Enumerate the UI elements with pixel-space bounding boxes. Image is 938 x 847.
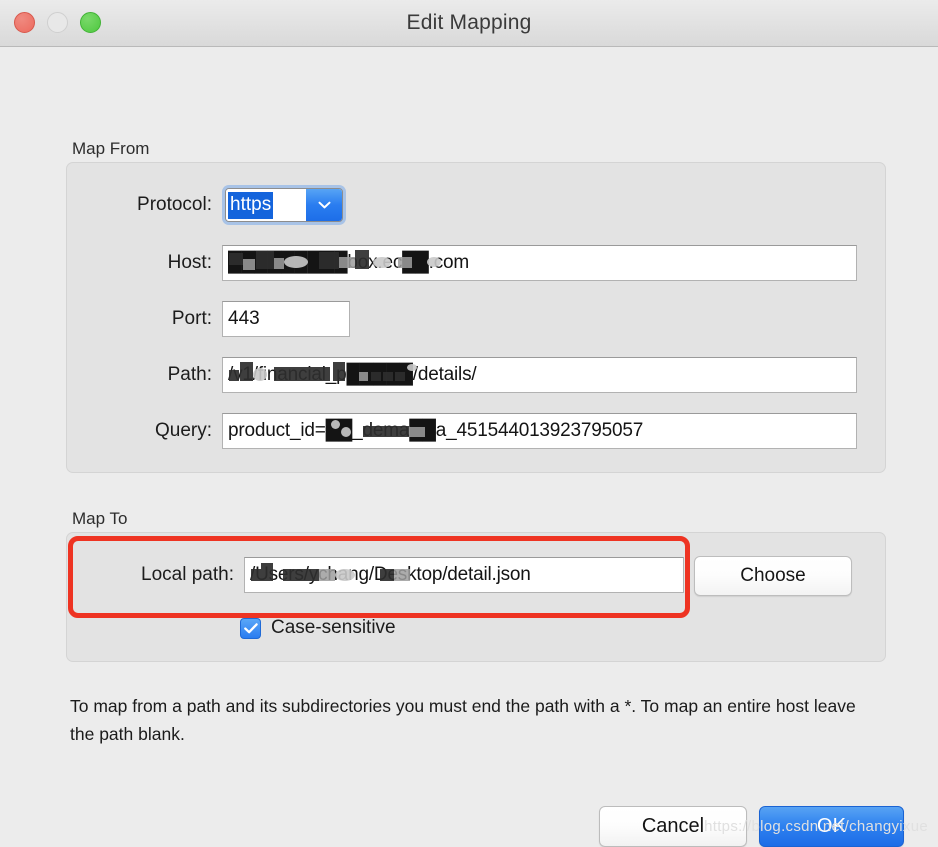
map-to-groupbox xyxy=(66,532,886,662)
dialog-content: Map From Protocol: https Host: █████████… xyxy=(0,47,938,847)
choose-button[interactable]: Choose xyxy=(694,556,852,596)
query-value: product_id=██_dema██a_451544013923795057 xyxy=(228,420,644,441)
chevron-down-icon xyxy=(318,201,330,209)
redaction-block xyxy=(373,257,391,268)
help-text: To map from a path and its subdirectorie… xyxy=(70,696,856,744)
redaction-block xyxy=(335,569,355,581)
path-row: Path: /v1/financial_p█████/details/ xyxy=(86,357,857,393)
watermark: https://blog.csdn.net/changyixue xyxy=(704,818,928,835)
port-label: Port: xyxy=(171,308,212,329)
protocol-combobox-focusring: https xyxy=(222,185,346,225)
redaction-block xyxy=(398,257,412,268)
redaction-block xyxy=(371,372,381,381)
case-sensitive-label: Case-sensitive xyxy=(271,617,396,638)
protocol-row: Protocol: https xyxy=(86,185,346,225)
port-input[interactable]: 443 xyxy=(222,301,350,337)
local-path-row: Local path: /Users/ychang/Desktop/detail… xyxy=(88,557,684,593)
protocol-label: Protocol: xyxy=(137,194,212,215)
zoom-window-button[interactable] xyxy=(80,12,101,33)
minimize-window-button[interactable] xyxy=(47,12,68,33)
traffic-light-group xyxy=(14,12,101,33)
redaction-block xyxy=(274,367,330,381)
redaction-block xyxy=(240,362,253,381)
redaction-block xyxy=(319,569,335,581)
case-sensitive-checkbox[interactable] xyxy=(240,617,261,639)
path-label: Path: xyxy=(167,364,212,385)
host-label: Host: xyxy=(167,252,212,273)
path-input[interactable]: /v1/financial_p█████/details/ xyxy=(222,357,857,393)
redaction-block xyxy=(355,250,369,269)
query-input[interactable]: product_id=██_dema██a_451544013923795057 xyxy=(222,413,857,449)
host-input[interactable]: █████████box.ec██.com xyxy=(222,245,857,281)
redaction-block xyxy=(394,569,410,581)
protocol-combobox[interactable]: https xyxy=(225,188,343,222)
redaction-block xyxy=(333,362,345,381)
redaction-block xyxy=(256,251,274,269)
map-to-group-label: Map To xyxy=(72,509,128,528)
redaction-block xyxy=(383,372,393,381)
host-row: Host: █████████box.ec██.com xyxy=(86,245,857,281)
protocol-dropdown-button[interactable] xyxy=(306,189,342,221)
redaction-block xyxy=(339,257,355,268)
close-window-button[interactable] xyxy=(14,12,35,33)
redaction-block xyxy=(319,252,339,269)
protocol-value: https xyxy=(228,191,274,219)
local-path-label: Local path: xyxy=(141,564,234,585)
port-row: Port: 443 xyxy=(86,301,350,337)
redaction-block xyxy=(284,256,308,268)
local-path-input[interactable]: /Users/ychang/Desktop/detail.json xyxy=(244,557,684,593)
redaction-block xyxy=(243,259,255,270)
window-titlebar: Edit Mapping xyxy=(0,0,938,47)
map-from-group-label: Map From xyxy=(72,139,150,158)
redaction-block xyxy=(363,426,409,437)
redaction-block xyxy=(395,372,405,381)
redaction-block xyxy=(427,257,441,267)
redaction-block xyxy=(229,253,243,265)
redaction-block xyxy=(331,420,340,429)
case-sensitive-row[interactable]: Case-sensitive xyxy=(240,617,396,639)
redaction-block xyxy=(409,427,425,437)
checkmark-icon xyxy=(243,622,258,633)
window-title: Edit Mapping xyxy=(406,11,532,34)
redaction-block xyxy=(229,370,239,381)
port-value: 443 xyxy=(228,308,260,329)
redaction-block xyxy=(251,569,261,581)
redaction-block xyxy=(261,563,273,581)
redaction-block xyxy=(359,372,368,381)
redaction-block xyxy=(283,569,319,581)
redaction-block xyxy=(407,364,417,371)
redaction-block xyxy=(380,569,394,581)
query-row: Query: product_id=██_dema██a_45154401392… xyxy=(86,413,857,449)
protocol-input[interactable]: https xyxy=(226,189,306,221)
redaction-block xyxy=(274,258,284,269)
query-label: Query: xyxy=(154,420,212,441)
redaction-block xyxy=(341,427,351,437)
redaction-block xyxy=(253,368,267,381)
